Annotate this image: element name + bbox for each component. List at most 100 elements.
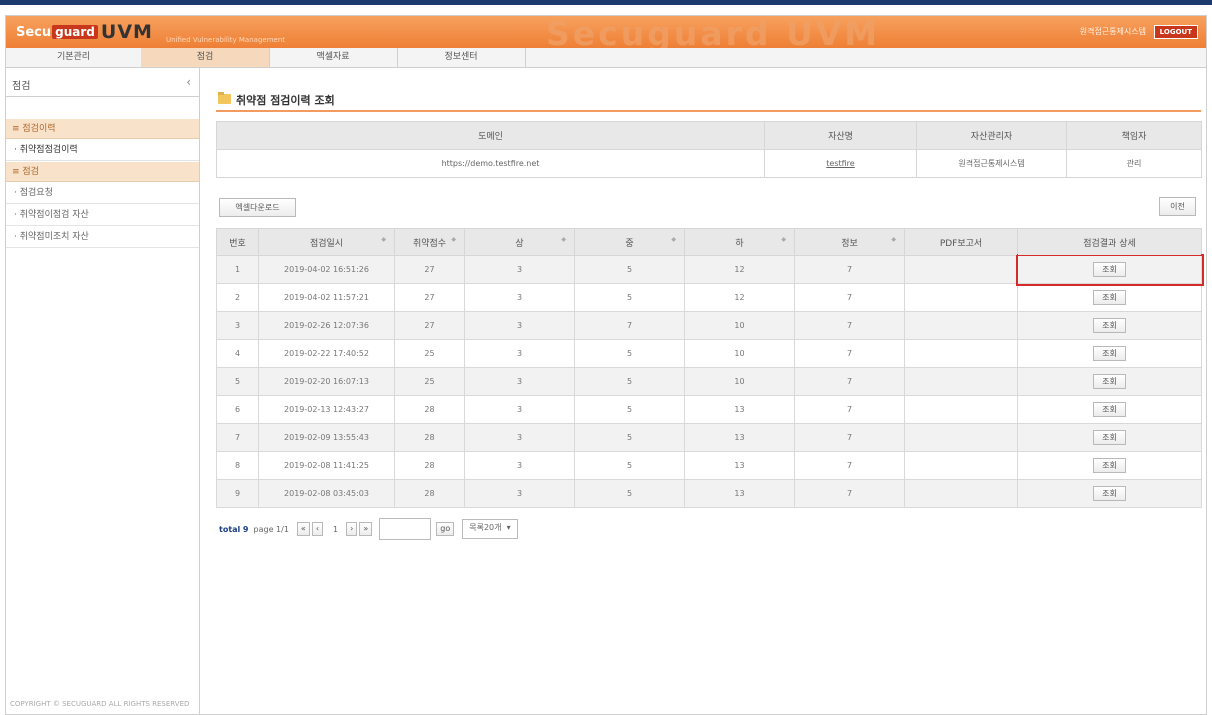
go-button[interactable]: go — [436, 522, 455, 536]
app-tagline: Unified Vulnerability Management — [166, 36, 285, 44]
table-row: 3 2019-02-26 12:07:36 27 3 7 10 7 조회 — [216, 311, 1202, 340]
table-cell: 5 — [216, 367, 259, 396]
sidebar-item-unfixed-assets[interactable]: · 취약점미조치 자산 — [6, 227, 199, 248]
table-cell: 10 — [684, 339, 795, 368]
sidebar-section-inspection[interactable]: ≡ 점검 — [6, 162, 199, 182]
view-result-button[interactable]: 조회 — [1093, 346, 1126, 361]
table-cell: 3 — [464, 311, 575, 340]
table-cell: 6 — [216, 395, 259, 424]
page-label: page — [253, 524, 274, 534]
result-detail-cell: 조회 — [1017, 283, 1202, 312]
result-detail-cell: 조회 — [1017, 367, 1202, 396]
col-asset-manager: 자산관리자 — [916, 121, 1067, 150]
total-count: 9 — [242, 524, 249, 534]
prev-button[interactable]: 이전 — [1159, 197, 1196, 216]
col-vuln-count[interactable]: 취약점수 ◆ — [394, 228, 465, 256]
table-cell: 13 — [684, 479, 795, 508]
first-page-button[interactable]: « — [296, 522, 310, 536]
view-result-button[interactable]: 조회 — [1093, 402, 1126, 417]
table-cell: 5 — [574, 423, 685, 452]
site-table-row: https://demo.testfire.net testfire 원격접근통… — [216, 149, 1202, 178]
page-title: 취약점 점검이력 조회 — [236, 94, 335, 107]
table-cell: 7 — [794, 395, 905, 424]
table-cell: 10 — [684, 311, 795, 340]
table-cell — [904, 423, 1018, 452]
col-pdf-report: PDF보고서 — [904, 228, 1018, 256]
result-detail-cell: 조회 — [1017, 311, 1202, 340]
logo-uvm: UVM — [100, 21, 153, 43]
table-cell: 2019-02-20 16:07:13 — [258, 367, 395, 396]
table-cell: 7 — [216, 423, 259, 452]
collapse-chevron-icon[interactable]: ‹ — [186, 75, 191, 89]
header-system-name: 원격접근통제시스템 — [1079, 27, 1146, 36]
asset-name-link[interactable]: testfire — [764, 149, 917, 178]
view-result-button[interactable]: 조회 — [1093, 486, 1126, 501]
col-medium[interactable]: 중 ◆ — [574, 228, 685, 256]
view-result-button[interactable]: 조회 — [1093, 290, 1126, 305]
col-low[interactable]: 하 ◆ — [684, 228, 795, 256]
view-result-button[interactable]: 조회 — [1093, 262, 1126, 277]
page-number-input[interactable] — [379, 518, 432, 540]
sidebar: 점검 ‹ ≡ 점검이력 · 취약점점검이력 ≡ 점검 · 점검요청 · 취약점이… — [6, 68, 200, 714]
per-page-select[interactable]: 목록20개 ▾ — [462, 519, 518, 539]
col-info[interactable]: 정보 ◆ — [794, 228, 905, 256]
table-cell: 5 — [574, 283, 685, 312]
table-cell: 2019-02-13 12:43:27 — [258, 395, 395, 424]
col-asset-name: 자산명 — [764, 121, 917, 150]
view-result-button[interactable]: 조회 — [1093, 374, 1126, 389]
table-cell: 7 — [794, 255, 905, 284]
table-cell: 25 — [394, 367, 465, 396]
table-cell: 5 — [574, 367, 685, 396]
col-no[interactable]: 번호 — [216, 228, 259, 256]
col-datetime[interactable]: 점검일시 ◆ — [258, 228, 395, 256]
table-cell: 5 — [574, 339, 685, 368]
table-cell: 10 — [684, 367, 795, 396]
next-page-button[interactable]: › — [346, 522, 358, 536]
table-cell: 2019-04-02 16:51:26 — [258, 255, 395, 284]
logo-secu: Secu — [16, 24, 52, 40]
table-cell — [904, 339, 1018, 368]
dropdown-arrow-icon: ▾ — [506, 523, 511, 532]
table-cell: 4 — [216, 339, 259, 368]
table-cell: 3 — [464, 395, 575, 424]
table-cell: 3 — [464, 339, 575, 368]
sidebar-item-checked-assets[interactable]: · 취약점이점검 자산 — [6, 205, 199, 226]
menu-item-basic[interactable]: 기본관리 — [6, 48, 142, 67]
sidebar-section-history[interactable]: ≡ 점검이력 — [6, 119, 199, 139]
menu-item-inspection[interactable]: 점검 — [141, 48, 270, 67]
logo-guard: guard — [52, 25, 98, 39]
table-cell: 5 — [574, 479, 685, 508]
col-result-detail: 점검결과 상세 — [1017, 228, 1202, 256]
col-high[interactable]: 상 ◆ — [464, 228, 575, 256]
table-cell: 3 — [464, 423, 575, 452]
sidebar-title: 점검 — [12, 81, 31, 92]
excel-download-button[interactable]: 엑셀다운로드 — [219, 198, 296, 217]
table-row: 2 2019-04-02 11:57:21 27 3 5 12 7 조회 — [216, 283, 1202, 312]
view-result-button[interactable]: 조회 — [1093, 430, 1126, 445]
table-cell — [904, 367, 1018, 396]
view-result-button[interactable]: 조회 — [1093, 458, 1126, 473]
table-cell: 2019-02-08 03:45:03 — [258, 479, 395, 508]
sidebar-header: 점검 ‹ — [6, 68, 199, 97]
folder-icon — [218, 92, 231, 104]
menu-item-excel[interactable]: 맥셀자료 — [269, 48, 398, 67]
menu-item-info[interactable]: 정보센터 — [397, 48, 526, 67]
sort-icon: ◆ — [671, 236, 676, 243]
table-cell: 7 — [794, 367, 905, 396]
logout-button[interactable]: LOGOUT — [1153, 25, 1198, 39]
sidebar-item-history[interactable]: · 취약점점검이력 — [6, 140, 199, 161]
table-cell: 7 — [794, 283, 905, 312]
last-page-button[interactable]: » — [359, 522, 373, 536]
prev-page-button[interactable]: ‹ — [311, 522, 324, 536]
table-cell: 28 — [394, 479, 465, 508]
asset-manager-cell: 원격접근통제시스템 — [916, 149, 1067, 178]
table-cell: 27 — [394, 283, 465, 312]
table-cell: 2019-02-09 13:55:43 — [258, 423, 395, 452]
view-result-button[interactable]: 조회 — [1093, 318, 1126, 333]
table-row: 9 2019-02-08 03:45:03 28 3 5 13 7 조회 — [216, 479, 1202, 508]
app-logo[interactable]: Secu guard UVM — [16, 21, 153, 43]
table-row: 1 2019-04-02 16:51:26 27 3 5 12 7 조회 — [216, 253, 1204, 286]
table-cell: 25 — [394, 339, 465, 368]
current-page[interactable]: 1 — [333, 525, 338, 534]
sidebar-item-request[interactable]: · 점검요청 — [6, 183, 199, 204]
